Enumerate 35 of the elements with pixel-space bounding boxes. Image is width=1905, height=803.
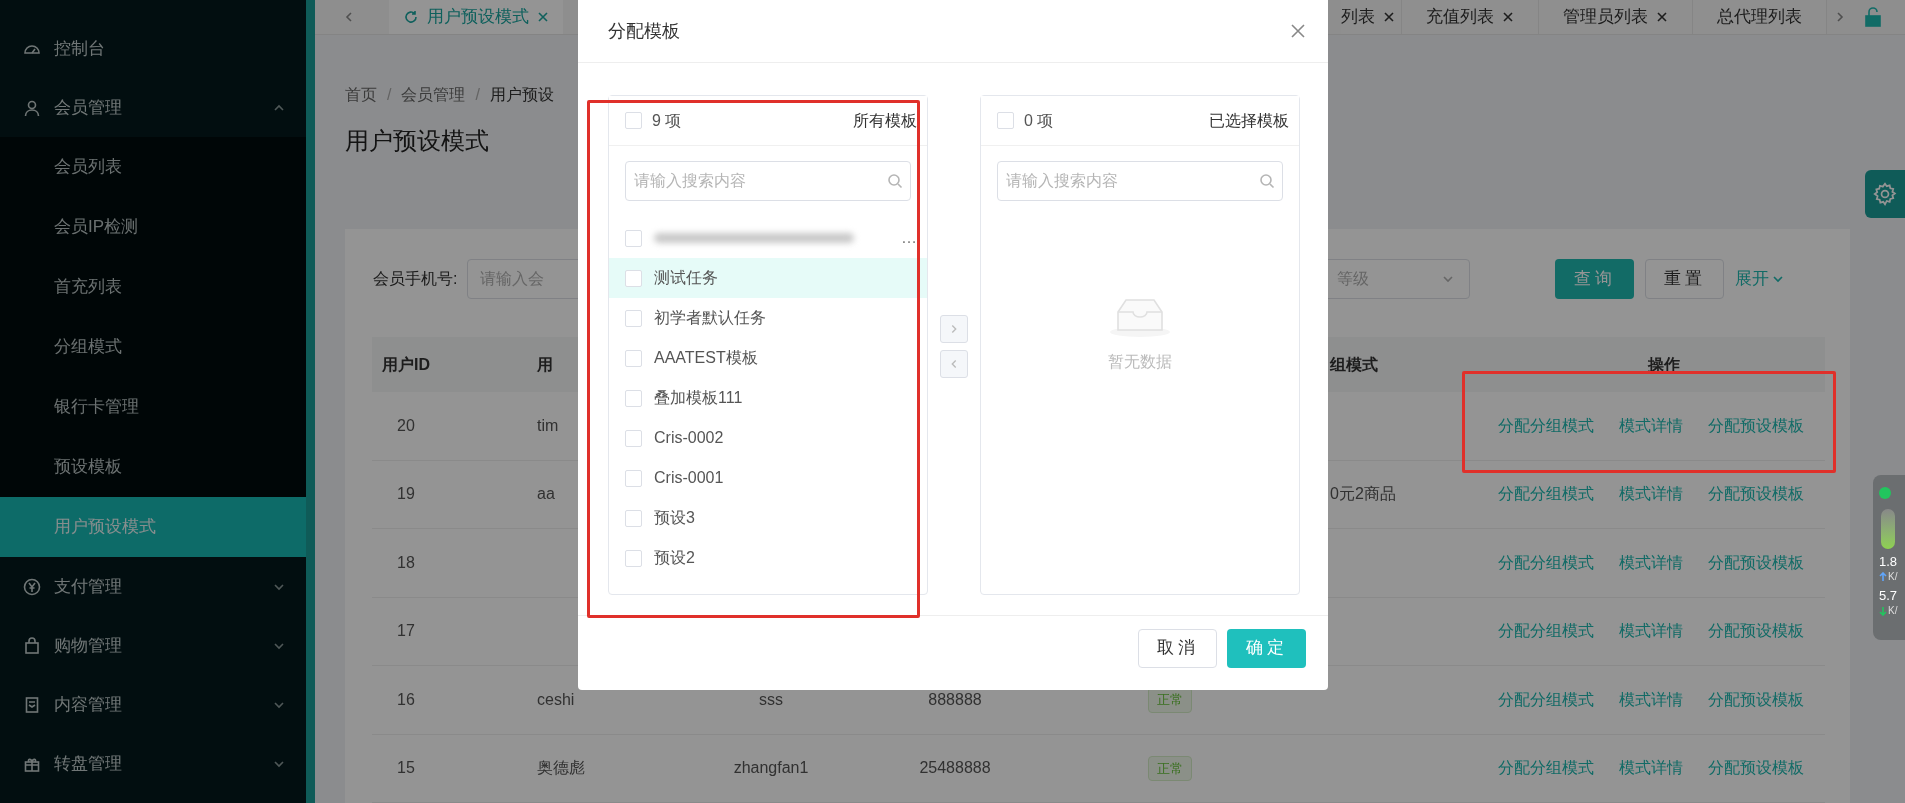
column-header: 组模式 bbox=[1330, 354, 1378, 375]
speed-value: 1.8 bbox=[1879, 555, 1898, 569]
speed-unit: K/ bbox=[1888, 605, 1898, 617]
breadcrumb-separator: / bbox=[475, 85, 480, 105]
item-count: 0 项 bbox=[1024, 110, 1054, 131]
dialog-title: 分配模板 bbox=[608, 19, 680, 43]
table-cell-text: 20 bbox=[397, 415, 415, 436]
speed-value: 5.7 bbox=[1879, 589, 1898, 603]
column-header: 用 bbox=[537, 354, 553, 375]
field-label: 会员手机号: bbox=[373, 269, 458, 289]
table-cell-text: 奥德彪 bbox=[537, 758, 585, 779]
breadcrumb-separator: / bbox=[387, 85, 392, 105]
status-tag: 正常 bbox=[1148, 755, 1192, 781]
table-cell-text: sss bbox=[759, 689, 783, 710]
table-cell-text: aa bbox=[537, 484, 555, 505]
table-cell-text: ceshi bbox=[537, 689, 575, 710]
column-header: 操作 bbox=[1648, 354, 1680, 375]
table-cell-text: 888888 bbox=[928, 689, 982, 710]
table-cell-text: 16 bbox=[397, 689, 415, 710]
column-header: 用户ID bbox=[382, 354, 430, 375]
speed-unit: K/ bbox=[1888, 571, 1898, 583]
table-cell-text: tim bbox=[537, 415, 559, 436]
table-cell-text: zhangfan1 bbox=[733, 758, 809, 779]
table-cell-text: 19 bbox=[397, 484, 415, 505]
table-cell-text: 18 bbox=[397, 552, 415, 573]
item-count: 9 项 bbox=[652, 110, 682, 131]
table-cell-text: 15 bbox=[397, 758, 415, 779]
table-cell-text: 25488888 bbox=[919, 758, 991, 779]
panel-title: 所有模板 bbox=[853, 110, 917, 131]
table-cell-text: 17 bbox=[397, 621, 415, 642]
empty-text: 暂无数据 bbox=[1108, 352, 1172, 372]
panel-title: 已选择模板 bbox=[1209, 110, 1289, 131]
page-title: 用户预设模式 bbox=[344, 126, 490, 156]
ellipsis: … bbox=[901, 228, 917, 248]
table-cell-text: 0元2商品 bbox=[1330, 484, 1396, 505]
